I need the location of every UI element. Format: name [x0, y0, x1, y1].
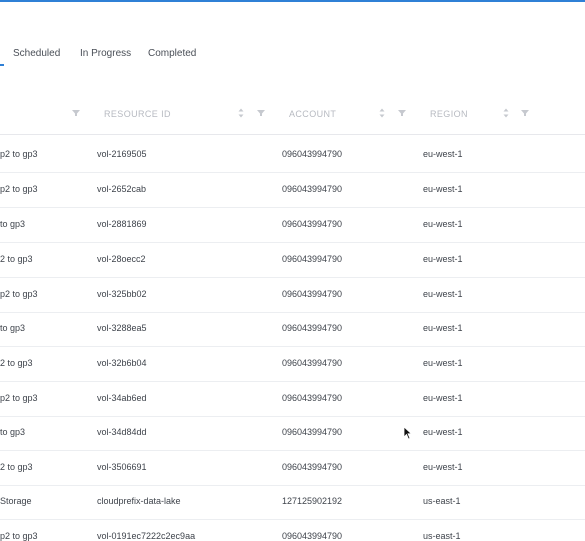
table-row[interactable]: to gp3 vol-3288ea5 096043994790 eu-west-… — [0, 312, 585, 347]
resource-id-cell: vol-2652cab — [97, 184, 147, 194]
resource-id-cell: vol-325bb02 — [97, 289, 147, 299]
action-cell: p2 to gp3 — [0, 184, 38, 194]
table-row[interactable]: Storage cloudprefix-data-lake 1271259021… — [0, 485, 585, 520]
mouse-cursor-icon — [403, 426, 413, 440]
tab-scheduled[interactable]: Scheduled — [13, 48, 60, 59]
action-cell: p2 to gp3 — [0, 289, 38, 299]
filter-icon[interactable] — [255, 107, 267, 119]
resource-id-cell: vol-3506691 — [97, 462, 147, 472]
region-cell: us-east-1 — [423, 496, 461, 506]
account-cell: 096043994790 — [282, 219, 343, 229]
region-cell: eu-west-1 — [423, 323, 463, 333]
table-row[interactable]: to gp3 vol-34d84dd 096043994790 eu-west-… — [0, 416, 585, 451]
tab-completed[interactable]: Completed — [148, 48, 196, 59]
resource-id-cell: vol-34ab6ed — [97, 393, 147, 403]
column-header-region[interactable]: REGION — [430, 109, 468, 119]
table-row[interactable]: p2 to gp3 vol-2169505 096043994790 eu-we… — [0, 138, 585, 173]
resource-id-cell: vol-32b6b04 — [97, 358, 147, 368]
table-row[interactable]: p2 to gp3 vol-34ab6ed 096043994790 eu-we… — [0, 382, 585, 417]
account-cell: 096043994790 — [282, 462, 343, 472]
account-cell: 096043994790 — [282, 289, 343, 299]
action-cell: p2 to gp3 — [0, 393, 38, 403]
table-row[interactable]: p2 to gp3 vol-0191ec7222c2ec9aa 09604399… — [0, 520, 585, 541]
action-cell: 2 to gp3 — [0, 358, 33, 368]
region-cell: eu-west-1 — [423, 427, 463, 437]
account-cell: 096043994790 — [282, 149, 343, 159]
resource-id-cell: vol-2169505 — [97, 149, 147, 159]
table-row[interactable]: p2 to gp3 vol-2652cab 096043994790 eu-we… — [0, 173, 585, 208]
action-cell: to gp3 — [0, 323, 26, 333]
account-cell: 096043994790 — [282, 254, 343, 264]
column-header-account[interactable]: ACCOUNT — [289, 109, 336, 119]
resource-id-cell: vol-0191ec7222c2ec9aa — [97, 531, 196, 541]
sort-icon[interactable] — [376, 107, 388, 119]
sort-icon[interactable] — [500, 107, 512, 119]
account-cell: 096043994790 — [282, 323, 343, 333]
filter-icon[interactable] — [70, 107, 82, 119]
resource-id-cell: vol-34d84dd — [97, 427, 147, 437]
action-cell: 2 to gp3 — [0, 254, 33, 264]
resource-id-cell: cloudprefix-data-lake — [97, 496, 181, 506]
account-cell: 096043994790 — [282, 358, 343, 368]
resource-id-cell: vol-2881869 — [97, 219, 147, 229]
action-cell: p2 to gp3 — [0, 531, 38, 541]
region-cell: eu-west-1 — [423, 184, 463, 194]
account-cell: 096043994790 — [282, 184, 343, 194]
action-cell: p2 to gp3 — [0, 149, 38, 159]
action-cell: 2 to gp3 — [0, 462, 33, 472]
table-row[interactable]: p2 to gp3 vol-325bb02 096043994790 eu-we… — [0, 278, 585, 313]
column-header-resource-id[interactable]: RESOURCE ID — [104, 109, 171, 119]
sort-icon[interactable] — [235, 107, 247, 119]
filter-icon[interactable] — [519, 107, 531, 119]
region-cell: eu-west-1 — [423, 393, 463, 403]
action-cell: Storage — [0, 496, 32, 506]
table-row[interactable]: 2 to gp3 vol-32b6b04 096043994790 eu-wes… — [0, 347, 585, 382]
region-cell: eu-west-1 — [423, 254, 463, 264]
account-cell: 096043994790 — [282, 531, 343, 541]
region-cell: eu-west-1 — [423, 149, 463, 159]
table-row[interactable]: 2 to gp3 vol-3506691 096043994790 eu-wes… — [0, 451, 585, 486]
account-cell: 096043994790 — [282, 393, 343, 403]
filter-icon[interactable] — [396, 107, 408, 119]
table-header: RESOURCE ID ACCOUNT REGION — [0, 96, 585, 135]
account-cell: 127125902192 — [282, 496, 343, 506]
action-cell: to gp3 — [0, 427, 26, 437]
account-cell: 096043994790 — [282, 427, 343, 437]
resource-id-cell: vol-3288ea5 — [97, 323, 147, 333]
tab-in-progress[interactable]: In Progress — [80, 48, 131, 59]
table-row[interactable]: to gp3 vol-2881869 096043994790 eu-west-… — [0, 208, 585, 243]
region-cell: eu-west-1 — [423, 358, 463, 368]
table-row[interactable]: 2 to gp3 vol-28oecc2 096043994790 eu-wes… — [0, 243, 585, 278]
tab-bar: Scheduled In Progress Completed — [0, 42, 585, 68]
region-cell: eu-west-1 — [423, 462, 463, 472]
region-cell: us-east-1 — [423, 531, 461, 541]
region-cell: eu-west-1 — [423, 289, 463, 299]
region-cell: eu-west-1 — [423, 219, 463, 229]
action-cell: to gp3 — [0, 219, 26, 229]
top-accent-bar — [0, 0, 585, 2]
active-tab-indicator — [0, 64, 4, 66]
resource-id-cell: vol-28oecc2 — [97, 254, 146, 264]
